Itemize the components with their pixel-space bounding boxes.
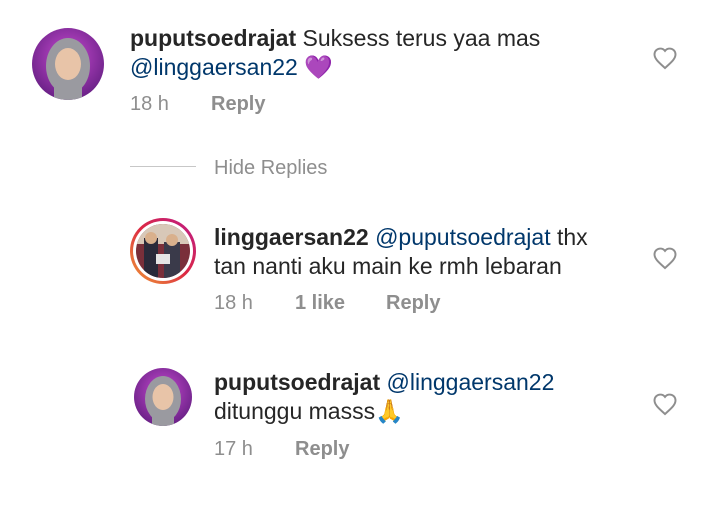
reply-username[interactable]: puputsoedrajat	[214, 369, 380, 395]
heart-outline-icon[interactable]	[652, 246, 678, 270]
reply-username[interactable]: linggaersan22	[214, 224, 369, 250]
reply-body-line2: tan nanti aku main ke rmh lebaran	[214, 253, 562, 279]
avatar-image	[136, 224, 190, 278]
purple-heart-emoji: 💜	[304, 54, 333, 80]
avatar[interactable]	[32, 28, 104, 100]
mention-link[interactable]: @puputsoedrajat	[375, 224, 551, 250]
heart-outline-icon[interactable]	[652, 392, 678, 416]
reply-button[interactable]: Reply	[295, 437, 349, 461]
avatar[interactable]	[134, 368, 192, 426]
avatar-image	[134, 368, 192, 426]
avatar-story-ring[interactable]	[130, 218, 196, 284]
avatar-image	[32, 28, 104, 100]
likes-count[interactable]: 1 like	[295, 291, 345, 315]
mention-link[interactable]: @linggaersan22	[130, 54, 298, 80]
reply-button[interactable]: Reply	[211, 92, 265, 116]
reply-button[interactable]: Reply	[386, 291, 440, 315]
reply-text: puputsoedrajat @linggaersan22 ditunggu m…	[214, 368, 634, 426]
comment-body: Suksess terus yaa mas	[302, 25, 541, 51]
mention-link[interactable]: @linggaersan22	[387, 369, 555, 395]
comment-time: 18 h	[130, 93, 169, 115]
reply-body-line2: ditunggu masss	[214, 398, 376, 424]
divider-line	[130, 166, 196, 167]
hide-replies-label: Hide Replies	[214, 157, 328, 179]
reply-body-line1: thx	[557, 224, 588, 250]
reply-text: linggaersan22 @puputsoedrajat thx tan na…	[214, 223, 634, 281]
reply-time: 18 h	[214, 292, 253, 314]
comment-username[interactable]: puputsoedrajat	[130, 25, 296, 51]
heart-outline-icon[interactable]	[652, 46, 678, 70]
praying-hands-emoji: 🙏	[375, 398, 404, 424]
comment-text: puputsoedrajat Suksess terus yaa mas @li…	[130, 24, 550, 82]
reply-time: 17 h	[214, 438, 253, 460]
